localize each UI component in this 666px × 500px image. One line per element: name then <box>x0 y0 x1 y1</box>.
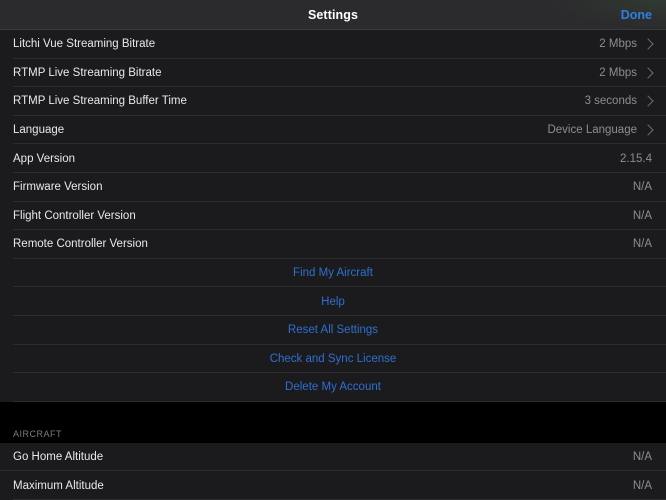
action-row[interactable]: Help <box>0 287 666 316</box>
settings-row[interactable]: RTMP Live Streaming Buffer Time 3 seconds <box>0 87 666 116</box>
settings-screen: Settings Done Litchi Vue Streaming Bitra… <box>0 0 666 500</box>
settings-list: Litchi Vue Streaming Bitrate 2 Mbps RTMP L… <box>0 30 666 259</box>
settings-row[interactable]: RTMP Live Streaming Bitrate 2 Mbps <box>0 58 666 88</box>
settings-row-value-group: 3 seconds <box>584 95 654 108</box>
action-row[interactable]: Find My Aircraft <box>0 258 666 288</box>
actions-list: Find My Aircraft Help Reset All Settings Ch… <box>0 258 666 402</box>
action-row-label: Check and Sync License <box>269 352 397 365</box>
chevron-right-icon <box>642 67 654 79</box>
settings-row: Remote Controller Version N/A <box>0 230 666 259</box>
settings-row-value-group: N/A <box>633 451 653 463</box>
chevron-right-icon <box>642 95 654 108</box>
chevron-right-icon <box>642 124 654 136</box>
action-row-label: Reset All Settings <box>287 324 379 337</box>
settings-row: Firmware Version N/A <box>0 172 666 202</box>
settings-row: Go Home Altitude N/A <box>0 442 666 472</box>
settings-row-label: Flight Controller Version <box>13 209 136 222</box>
settings-row-value-group: 2 Mbps <box>599 66 654 79</box>
chevron-right-icon <box>642 38 654 50</box>
aircraft-list: Go Home Altitude N/A Maximum Altitude N/A <box>0 442 666 500</box>
page-title: Settings <box>307 7 359 22</box>
settings-row-label: Remote Controller Version <box>13 238 148 251</box>
navigation-bar: Settings Done <box>0 0 666 30</box>
action-row-label: Delete My Account <box>285 381 381 394</box>
settings-row-label: RTMP Live Streaming Bitrate <box>13 66 162 79</box>
settings-row-label: Language <box>13 124 65 137</box>
settings-row: App Version 2.15.4 <box>0 144 666 173</box>
action-row-label: Help <box>321 295 345 308</box>
action-row[interactable]: Reset All Settings <box>0 315 666 345</box>
settings-row-value-group: N/A <box>633 238 653 250</box>
settings-row-value: N/A <box>632 238 652 251</box>
settings-row-value: N/A <box>632 479 652 492</box>
action-row[interactable]: Delete My Account <box>0 373 666 402</box>
settings-row-value: N/A <box>632 209 652 222</box>
aircraft-section-header: AIRCRAFT <box>0 419 666 443</box>
settings-row-value: N/A <box>632 451 652 464</box>
done-button[interactable]: Done <box>621 8 652 22</box>
settings-row[interactable]: Litchi Vue Streaming Bitrate 2 Mbps <box>0 30 666 59</box>
action-row-label: Find My Aircraft <box>293 267 373 280</box>
settings-row-value-group: 2.15.4 <box>620 153 653 165</box>
settings-row-value-group: Device Language <box>547 124 654 137</box>
settings-row-value-group: 2 Mbps <box>599 38 654 51</box>
aircraft-section-title: AIRCRAFT <box>13 428 62 439</box>
settings-row-value-group: N/A <box>633 480 653 492</box>
settings-row-label: App Version <box>13 152 76 165</box>
settings-row-value: 3 seconds <box>584 95 637 108</box>
settings-row-label: Litchi Vue Streaming Bitrate <box>13 38 156 51</box>
settings-row-value-group: N/A <box>633 210 653 222</box>
settings-row-label: Maximum Altitude <box>13 479 104 492</box>
settings-row-label: Firmware Version <box>13 181 103 194</box>
settings-row-value: N/A <box>632 181 652 194</box>
settings-row-label: RTMP Live Streaming Buffer Time <box>13 95 187 108</box>
settings-row-value: 2.15.4 <box>620 152 652 165</box>
section-spacer <box>0 401 666 420</box>
settings-row: Maximum Altitude N/A <box>0 471 666 500</box>
settings-row-label: Go Home Altitude <box>13 451 104 464</box>
settings-row-value: Device Language <box>547 124 637 137</box>
settings-row-value-group: N/A <box>633 181 653 193</box>
settings-row-value: 2 Mbps <box>599 66 637 79</box>
settings-row: Flight Controller Version N/A <box>0 201 666 231</box>
settings-row[interactable]: Language Device Language <box>0 115 666 145</box>
action-row[interactable]: Check and Sync License <box>0 344 666 374</box>
settings-row-value: 2 Mbps <box>599 38 637 51</box>
